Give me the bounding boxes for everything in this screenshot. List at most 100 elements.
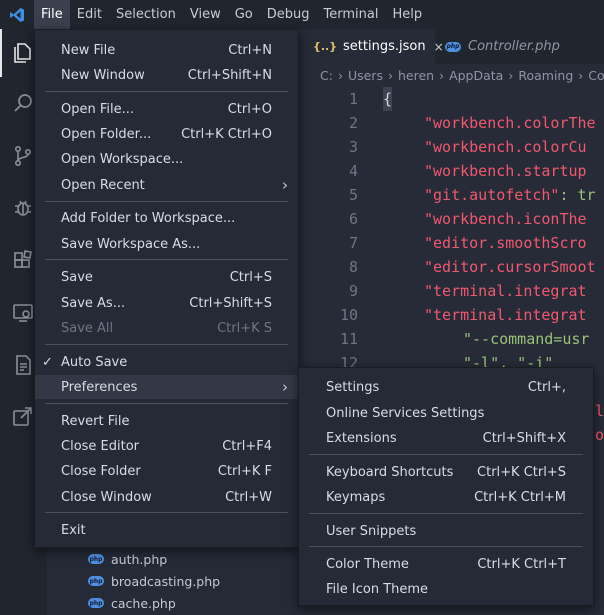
menu-item-color-theme[interactable]: Color Theme Ctrl+K Ctrl+T: [299, 552, 593, 576]
tab-label: Controller.php: [468, 39, 560, 54]
menu-item-open-workspace[interactable]: Open Workspace...: [35, 147, 298, 171]
menu-separator: [45, 403, 288, 404]
php-file-icon: php: [88, 598, 104, 608]
file-item[interactable]: php broadcasting.php: [88, 571, 220, 591]
tab-controller-php[interactable]: php Controller.php: [435, 29, 604, 64]
menu-item-label: Auto Save: [61, 354, 128, 370]
menu-terminal[interactable]: Terminal: [317, 0, 386, 29]
tab-settings-json[interactable]: {..} settings.json ×: [303, 29, 444, 64]
menu-item-open-file[interactable]: Open File... Ctrl+O: [35, 97, 298, 121]
code-text: "workbench.startup: [424, 162, 587, 180]
menu-item-shortcut: Ctrl+N: [228, 42, 272, 58]
line-number: 9: [348, 282, 358, 300]
menu-item-close-editor[interactable]: Close Editor Ctrl+F4: [35, 434, 298, 458]
code-line: 7 "editor.smoothScro: [303, 231, 604, 255]
menu-item-save-all: Save All Ctrl+K S: [35, 316, 298, 340]
menu-item-close-folder[interactable]: Close Folder Ctrl+K F: [35, 459, 298, 483]
menu-item-label: Open Recent: [61, 177, 145, 193]
menu-item-label: Add Folder to Workspace...: [61, 210, 236, 226]
menu-item-new-window[interactable]: New Window Ctrl+Shift+N: [35, 63, 298, 87]
code-line: 9 "terminal.integrat: [303, 279, 604, 303]
menu-item-revert-file[interactable]: Revert File: [35, 409, 298, 433]
menu-item-auto-save[interactable]: ✓ Auto Save: [35, 350, 298, 374]
menu-item-shortcut: Ctrl+,: [527, 379, 566, 395]
menu-item-shortcut: Ctrl+K S: [217, 320, 272, 336]
chevron-right-icon: ›: [282, 378, 288, 396]
menu-item-shortcut: Ctrl+K Ctrl+S: [477, 464, 566, 480]
menu-go[interactable]: Go: [228, 0, 260, 29]
menu-item-online-services-settings[interactable]: Online Services Settings: [299, 401, 593, 425]
chevron-right-icon: ›: [337, 67, 343, 83]
breadcrumb-item[interactable]: Users: [348, 68, 383, 83]
php-file-icon: php: [88, 554, 104, 564]
breadcrumb-item[interactable]: Roaming: [518, 68, 573, 83]
breadcrumb-item[interactable]: AppData: [449, 68, 503, 83]
json-file-icon: {..}: [313, 40, 338, 53]
menu-item-shortcut: Ctrl+K Ctrl+M: [474, 489, 566, 505]
menu-item-user-snippets[interactable]: User Snippets: [299, 519, 593, 543]
menu-item-save[interactable]: Save Ctrl+S: [35, 265, 298, 289]
code-line: 2 "workbench.colorThe: [303, 111, 604, 135]
menu-item-exit[interactable]: Exit: [35, 518, 298, 542]
menu-item-file-icon-theme[interactable]: File Icon Theme: [299, 577, 593, 601]
menu-file[interactable]: File: [34, 0, 70, 29]
menu-item-label: Save As...: [61, 295, 126, 311]
menu-debug[interactable]: Debug: [260, 0, 317, 29]
menu-item-label: Keyboard Shortcuts: [326, 464, 454, 480]
menu-item-label: Extensions: [326, 430, 397, 446]
menu-item-label: Exit: [61, 522, 86, 538]
menu-item-open-recent[interactable]: Open Recent ›: [35, 173, 298, 197]
menu-item-new-file[interactable]: New File Ctrl+N: [35, 38, 298, 62]
menu-separator: [309, 454, 583, 455]
menu-help[interactable]: Help: [385, 0, 429, 29]
menu-item-label: Settings: [326, 379, 380, 395]
code-text: o: [595, 426, 604, 444]
chevron-right-icon: ›: [508, 67, 514, 83]
menu-item-label: Close Window: [61, 489, 152, 505]
code-text: "editor.cursorSmoot: [424, 258, 596, 276]
code-text: "workbench.colorThe: [424, 114, 596, 132]
code-text: "terminal.integrat: [424, 282, 587, 300]
code-line: 11 "--command=usr: [303, 327, 604, 351]
menu-item-keyboard-shortcuts[interactable]: Keyboard Shortcuts Ctrl+K Ctrl+S: [299, 460, 593, 484]
menu-item-label: Revert File: [61, 413, 130, 429]
menu-item-shortcut: Ctrl+S: [229, 269, 272, 285]
line-number: 5: [348, 186, 358, 204]
menu-item-preferences[interactable]: Preferences ›: [35, 375, 298, 399]
menu-item-label: Open Workspace...: [61, 151, 184, 167]
menu-item-extensions[interactable]: Extensions Ctrl+Shift+X: [299, 426, 593, 450]
tab-label: settings.json: [343, 39, 426, 54]
breadcrumb-item[interactable]: Code: [588, 68, 604, 83]
menu-item-label: Save: [61, 269, 93, 285]
menu-edit[interactable]: Edit: [70, 0, 109, 29]
menu-item-close-window[interactable]: Close Window Ctrl+W: [35, 485, 298, 509]
menu-item-save-workspace-as[interactable]: Save Workspace As...: [35, 232, 298, 256]
menu-selection[interactable]: Selection: [109, 0, 183, 29]
menu-item-shortcut: Ctrl+Shift+X: [482, 430, 566, 446]
menu-item-shortcut: Ctrl+F4: [222, 438, 272, 454]
file-item[interactable]: php auth.php: [88, 549, 167, 569]
menu-item-settings[interactable]: Settings Ctrl+,: [299, 375, 593, 399]
preferences-submenu: Settings Ctrl+, Online Services Settings…: [298, 367, 594, 606]
menu-item-label: Save Workspace As...: [61, 236, 201, 252]
menu-item-keymaps[interactable]: Keymaps Ctrl+K Ctrl+M: [299, 485, 593, 509]
menu-item-label: Open File...: [61, 101, 135, 117]
menu-item-open-folder[interactable]: Open Folder... Ctrl+K Ctrl+O: [35, 122, 298, 146]
menu-item-label: Save All: [61, 320, 114, 336]
menu-item-label: User Snippets: [326, 523, 417, 539]
menu-item-label: Online Services Settings: [326, 405, 485, 421]
line-number: 1: [348, 90, 358, 108]
code-line: 4 "workbench.startup: [303, 159, 604, 183]
menu-view[interactable]: View: [183, 0, 228, 29]
menu-item-add-folder-to-workspace[interactable]: Add Folder to Workspace...: [35, 206, 298, 230]
line-number: 4: [348, 162, 358, 180]
code-text: l: [595, 402, 604, 420]
menu-item-label: New File: [61, 42, 116, 58]
menu-item-label: Keymaps: [326, 489, 386, 505]
file-label: broadcasting.php: [111, 573, 221, 589]
breadcrumb-item[interactable]: C:: [320, 68, 333, 83]
menu-item-save-as[interactable]: Save As... Ctrl+Shift+S: [35, 291, 298, 315]
menu-bar: File Edit Selection View Go Debug Termin…: [0, 0, 604, 29]
file-item[interactable]: php cache.php: [88, 593, 176, 613]
breadcrumb-item[interactable]: heren: [398, 68, 434, 83]
